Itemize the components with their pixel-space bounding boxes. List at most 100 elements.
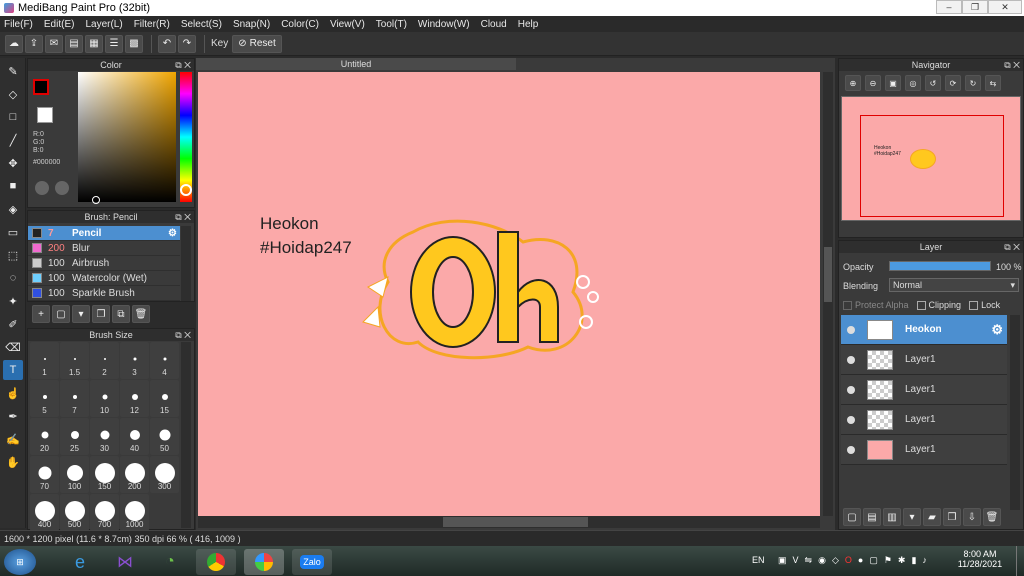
- tray-chat-icon[interactable]: ▣: [778, 555, 787, 566]
- layer-row[interactable]: Layer1: [841, 375, 1007, 405]
- tray-opera-icon[interactable]: O: [845, 555, 852, 566]
- brush-size-scrollbar[interactable]: [181, 342, 191, 528]
- fit-icon[interactable]: ▣: [885, 75, 901, 91]
- brush-size-cell[interactable]: 100: [60, 456, 89, 493]
- opacity-slider[interactable]: [889, 261, 991, 271]
- grid-icon[interactable]: ▩: [125, 34, 143, 53]
- cloud-icon[interactable]: ☁: [5, 34, 23, 53]
- eye-icon[interactable]: [847, 445, 855, 454]
- hand-tool-icon[interactable]: ✋: [3, 452, 23, 472]
- folder-icon[interactable]: ▰: [923, 508, 941, 526]
- rectangle-tool-icon[interactable]: □: [3, 107, 23, 127]
- hue-slider-handle[interactable]: [180, 184, 192, 196]
- tray-record-icon[interactable]: ●: [858, 555, 863, 566]
- brush-size-cell[interactable]: 300: [150, 456, 179, 493]
- brush-list-scrollbar[interactable]: [181, 226, 191, 301]
- ie-icon[interactable]: e: [60, 549, 100, 575]
- brush-item-blur[interactable]: 200 Blur: [28, 241, 180, 256]
- brush-size-cell[interactable]: 150: [90, 456, 119, 493]
- pen-tool-icon[interactable]: ✍: [3, 429, 23, 449]
- rotate-left-icon[interactable]: ↺: [925, 75, 941, 91]
- gear-icon[interactable]: ⚙: [991, 322, 1003, 338]
- magic-wand-tool-icon[interactable]: ✦: [3, 291, 23, 311]
- brush-size-cell[interactable]: 40: [120, 418, 149, 455]
- brush-size-cell[interactable]: 4: [150, 342, 179, 379]
- app-icon-green[interactable]: ◔: [150, 549, 190, 575]
- line-tool-icon[interactable]: ╱: [3, 130, 23, 150]
- new-brush-icon[interactable]: ▢: [52, 305, 70, 323]
- brush-item-watercolor[interactable]: 100 Watercolor (Wet): [28, 271, 180, 286]
- tray-v-icon[interactable]: V: [793, 555, 799, 566]
- horizontal-scroll-thumb[interactable]: [443, 517, 588, 527]
- visual-studio-icon[interactable]: ⋈: [105, 549, 145, 575]
- select-eraser-tool-icon[interactable]: ⌫: [3, 337, 23, 357]
- gear-icon[interactable]: ⚙: [168, 228, 177, 239]
- merge-layer-icon[interactable]: ⇩: [963, 508, 981, 526]
- color-wheel-icon[interactable]: [55, 181, 69, 195]
- move-tool-icon[interactable]: ✥: [3, 153, 23, 173]
- select-tool-icon[interactable]: ⬚: [3, 245, 23, 265]
- list-icon[interactable]: ☰: [105, 34, 123, 53]
- brush-size-cell[interactable]: 70: [30, 456, 59, 493]
- minimize-button[interactable]: –: [936, 0, 962, 14]
- layer-list-scrollbar[interactable]: [1010, 315, 1020, 510]
- vertical-scroll-thumb[interactable]: [824, 247, 832, 302]
- tray-network-icon[interactable]: ⇋: [805, 555, 813, 566]
- new-halftone-layer-icon[interactable]: ▤: [863, 508, 881, 526]
- brush-menu-icon[interactable]: ▾: [72, 305, 90, 323]
- delete-layer-icon[interactable]: 🗑: [983, 508, 1001, 526]
- layer-row-heokon[interactable]: Heokon ⚙: [841, 315, 1007, 345]
- brush-size-cell[interactable]: 1.5: [60, 342, 89, 379]
- brush-size-cell[interactable]: 3: [120, 342, 149, 379]
- bucket-tool-icon[interactable]: ◈: [3, 199, 23, 219]
- panel-close-icon[interactable]: ⧉ ✕: [175, 59, 191, 71]
- delete-brush-icon[interactable]: 🗑: [132, 305, 150, 323]
- flip-icon[interactable]: ⇆: [985, 75, 1001, 91]
- copy-brush-icon[interactable]: ⧉: [112, 305, 130, 323]
- menu-layer[interactable]: Layer(L): [85, 19, 122, 30]
- rotate-reset-icon[interactable]: ⟳: [945, 75, 961, 91]
- brush-size-cell[interactable]: 15: [150, 380, 179, 417]
- panel-close-icon[interactable]: ⧉ ✕: [1004, 241, 1020, 253]
- protect-alpha-checkbox[interactable]: Protect Alpha: [843, 300, 909, 311]
- brush-size-cell[interactable]: 1: [30, 342, 59, 379]
- duplicate-brush-icon[interactable]: ❐: [92, 305, 110, 323]
- document-tab[interactable]: Untitled: [196, 58, 516, 70]
- eye-icon[interactable]: [847, 325, 855, 334]
- comment-icon[interactable]: ✉: [45, 34, 63, 53]
- tray-flag-icon[interactable]: ⚑: [884, 555, 892, 566]
- chat-icon[interactable]: ▤: [65, 34, 83, 53]
- brush-size-cell[interactable]: 7: [60, 380, 89, 417]
- canvas-horizontal-scrollbar[interactable]: [198, 516, 820, 528]
- brush-size-cell[interactable]: 30: [90, 418, 119, 455]
- tray-bluetooth-icon[interactable]: ✱: [898, 555, 906, 566]
- redo-icon[interactable]: ↷: [178, 34, 196, 53]
- brush-size-cell[interactable]: 5: [30, 380, 59, 417]
- new-layer-icon[interactable]: ▢: [843, 508, 861, 526]
- menu-snap[interactable]: Snap(N): [233, 19, 270, 30]
- layer-row[interactable]: Layer1: [841, 345, 1007, 375]
- layer-menu-icon[interactable]: ▾: [903, 508, 921, 526]
- menu-view[interactable]: View(V): [330, 19, 365, 30]
- gradient-tool-icon[interactable]: ▭: [3, 222, 23, 242]
- maximize-button[interactable]: ❐: [962, 0, 988, 14]
- foreground-color-swatch[interactable]: [33, 79, 49, 95]
- undo-icon[interactable]: ↶: [158, 34, 176, 53]
- eye-icon[interactable]: [847, 355, 855, 364]
- menu-filter[interactable]: Filter(R): [134, 19, 170, 30]
- eyedropper-tool-icon[interactable]: ✒: [3, 406, 23, 426]
- chrome-icon[interactable]: [196, 549, 236, 575]
- color-picker-area[interactable]: [78, 72, 176, 202]
- zoom-actual-icon[interactable]: ◎: [905, 75, 921, 91]
- rotate-right-icon[interactable]: ↻: [965, 75, 981, 91]
- menu-window[interactable]: Window(W): [418, 19, 470, 30]
- start-button[interactable]: ⊞: [4, 549, 36, 575]
- brush-size-cell[interactable]: 2: [90, 342, 119, 379]
- brush-size-cell[interactable]: 400: [30, 494, 59, 531]
- menu-edit[interactable]: Edit(E): [44, 19, 75, 30]
- reset-button[interactable]: ⊘ Reset: [232, 34, 282, 53]
- brush-item-airbrush[interactable]: 100 Airbrush: [28, 256, 180, 271]
- panel-close-icon[interactable]: ⧉ ✕: [175, 211, 191, 223]
- lasso-tool-icon[interactable]: ◌: [3, 268, 23, 288]
- brush-size-cell[interactable]: 700: [90, 494, 119, 531]
